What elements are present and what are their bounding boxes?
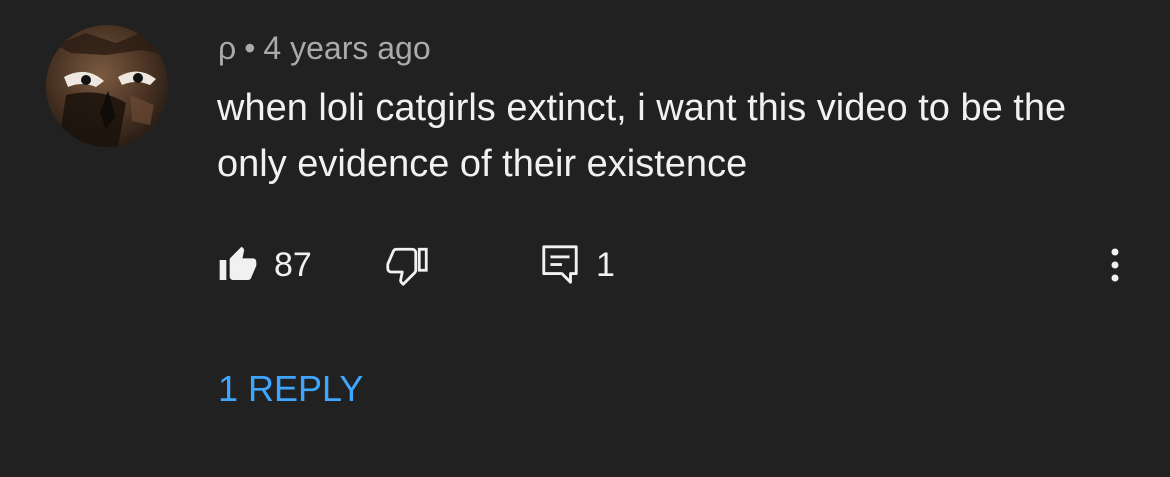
dislike-button[interactable] [386,238,428,292]
avatar[interactable] [46,25,168,147]
view-replies-link[interactable]: 1 REPLY [218,366,363,412]
reply-count: 1 [596,245,615,284]
thumbs-down-icon [386,247,428,286]
avatar-image [46,25,168,147]
comment-text: when loli catgirls extinct, i want this … [217,87,1067,185]
comment-icon [542,245,578,284]
reply-button[interactable]: 1 [540,238,615,292]
more-vertical-icon [1111,248,1119,282]
comment-actions: 87 1 [0,238,1170,292]
like-button[interactable]: 87 [218,238,312,292]
comment-thread: ρ • 4 years ago when loli catgirls extinct… [0,0,1170,477]
like-count: 87 [274,245,312,284]
thumbs-up-icon [219,246,257,280]
meta-separator: • [244,30,256,66]
timestamp: 4 years ago [263,30,431,66]
more-actions-button[interactable] [1100,238,1130,292]
comment-meta: ρ • 4 years ago [218,28,431,68]
author-name[interactable]: ρ [218,30,236,66]
